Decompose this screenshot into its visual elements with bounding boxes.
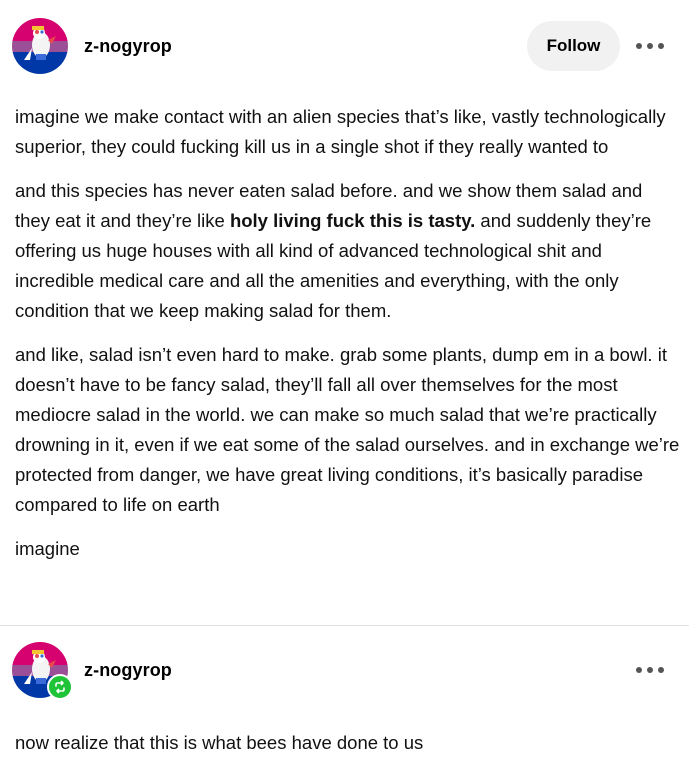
more-options-icon[interactable] [636, 665, 664, 675]
more-options-icon[interactable] [636, 41, 664, 51]
post-paragraph-bold-text: holy living fuck this is tasty. [229, 210, 476, 231]
post-paragraph: imagine [15, 538, 80, 559]
post-paragraph: imagine we make contact with an alien sp… [15, 106, 666, 157]
page: z-nogyrop Follow imagine we make contact… [0, 0, 689, 766]
reblog-paragraph: now realize that this is what bees have … [15, 732, 424, 753]
post-paragraph: and this species has never eaten salad b… [15, 176, 680, 326]
post-paragraph: and like, salad isn’t even hard to make.… [15, 344, 680, 515]
post-header: z-nogyrop Follow [0, 14, 689, 80]
reblog-username[interactable]: z-nogyrop [84, 660, 172, 681]
reblog-icon [47, 674, 73, 700]
reblog-body: now realize that this is what bees have … [15, 728, 680, 758]
follow-button[interactable]: Follow [527, 21, 620, 71]
post-username[interactable]: z-nogyrop [84, 36, 172, 57]
reblog-header: z-nogyrop [0, 638, 689, 704]
avatar[interactable] [12, 18, 68, 74]
divider [0, 625, 689, 626]
post-body: imagine we make contact with an alien sp… [15, 102, 680, 578]
